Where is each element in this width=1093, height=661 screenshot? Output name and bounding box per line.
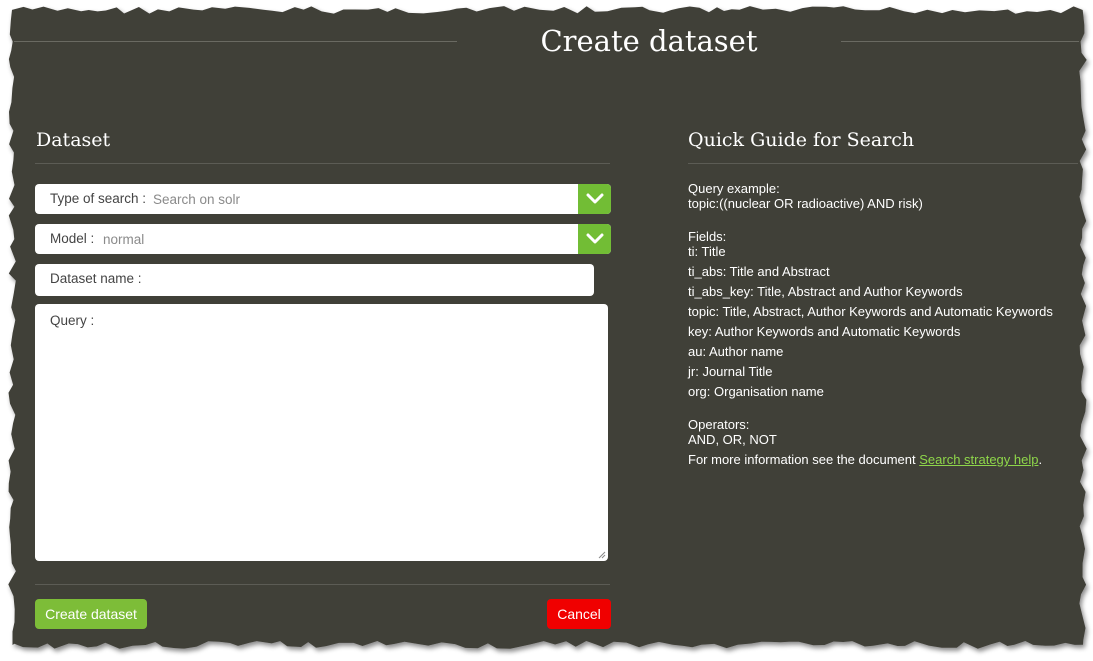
dataset-name-field[interactable]: Dataset name :: [35, 264, 594, 296]
guide-more-info-text: For more information see the document: [688, 452, 920, 467]
dataset-name-label: Dataset name :: [50, 271, 142, 286]
dataset-section-title: Dataset: [36, 129, 111, 151]
guide-operators: AND, OR, NOT: [688, 432, 777, 447]
model-select[interactable]: Model : normal: [35, 224, 611, 254]
guide-example-heading: Query example:: [688, 181, 780, 196]
guide-example-query: topic:((nuclear OR radioactive) AND risk…: [688, 196, 923, 211]
dataset-section-divider: [35, 163, 610, 164]
guide-field-item: ti: Title: [688, 244, 726, 259]
query-textarea[interactable]: Query :: [35, 304, 608, 561]
guide-more-info-suffix: .: [1038, 452, 1043, 467]
type-of-search-dropdown-toggle[interactable]: [578, 184, 611, 214]
model-label: Model :: [50, 231, 95, 246]
guide-field-item: topic: Title, Abstract, Author Keywords …: [688, 304, 1053, 319]
guide-section-title: Quick Guide for Search: [688, 129, 915, 151]
header-rule-right: [841, 41, 1079, 42]
search-strategy-help-link[interactable]: Search strategy help: [919, 452, 1038, 467]
model-dropdown-toggle[interactable]: [578, 224, 611, 254]
guide-field-item: ti_abs_key: Title, Abstract and Author K…: [688, 284, 963, 299]
query-label: Query :: [50, 313, 95, 328]
page-title: Create dataset: [540, 24, 758, 58]
guide-section-divider: [688, 163, 1078, 164]
create-dataset-button[interactable]: Create dataset: [35, 599, 147, 629]
resize-grip-icon[interactable]: [598, 551, 606, 559]
type-of-search-label: Type of search :: [50, 191, 147, 206]
type-of-search-value: Search on solr: [153, 192, 241, 207]
guide-field-item: org: Organisation name: [688, 384, 824, 399]
form-footer-divider: [35, 584, 610, 585]
guide-field-item: au: Author name: [688, 344, 784, 359]
chevron-down-icon: [586, 193, 603, 204]
guide-more-info: For more information see the document Se…: [688, 452, 1042, 467]
guide-fields-heading: Fields:: [688, 229, 727, 244]
guide-field-item: ti_abs: Title and Abstract: [688, 264, 830, 279]
guide-field-item: jr: Journal Title: [688, 364, 773, 379]
cancel-button[interactable]: Cancel: [547, 599, 611, 629]
chevron-down-icon: [586, 233, 603, 244]
guide-operators-heading: Operators:: [688, 417, 750, 432]
page: Create dataset Dataset Type of search : …: [0, 0, 1093, 661]
type-of-search-select[interactable]: Type of search : Search on solr: [35, 184, 611, 214]
header-rule-left: [14, 41, 457, 42]
model-value: normal: [103, 232, 145, 247]
guide-field-item: key: Author Keywords and Automatic Keywo…: [688, 324, 961, 339]
